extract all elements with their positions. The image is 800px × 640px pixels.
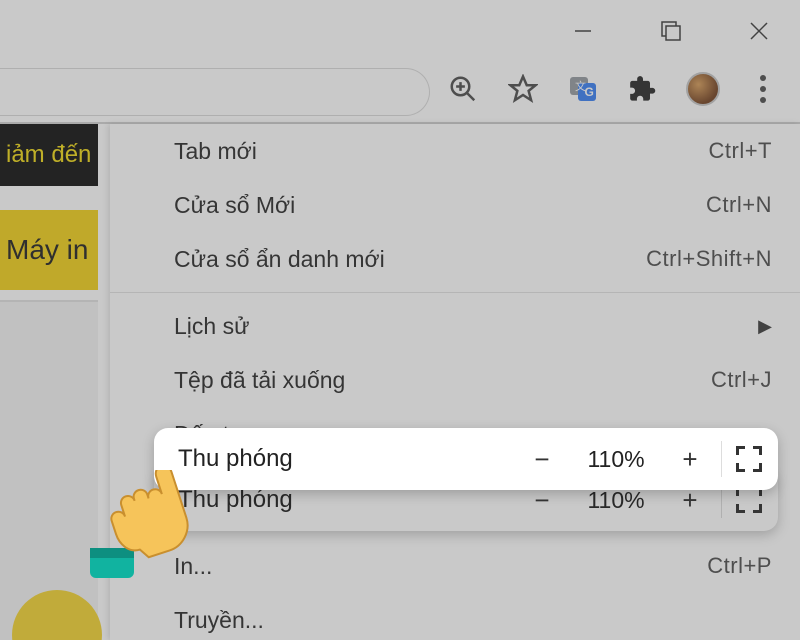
submenu-arrow-icon: ▶: [758, 316, 772, 337]
menu-label: Tệp đã tải xuống: [174, 367, 345, 394]
zoom-label: Thu phóng: [178, 486, 525, 514]
bookmark-star-icon[interactable]: [504, 70, 542, 108]
menu-label: Cửa sổ ẩn danh mới: [174, 246, 385, 273]
menu-item-incognito[interactable]: Cửa sổ ẩn danh mới Ctrl+Shift+N: [110, 232, 800, 286]
menu-label: Cửa sổ Mới: [174, 192, 295, 219]
maximize-button[interactable]: [650, 10, 692, 52]
menu-item-new-tab[interactable]: Tab mới Ctrl+T: [110, 124, 800, 178]
menu-label: Truyền...: [174, 607, 264, 634]
promo-banner-yellow: Máy in: [0, 210, 98, 290]
close-button[interactable]: [738, 10, 780, 52]
menu-item-cast[interactable]: Truyền...: [110, 593, 800, 640]
page-body-strip: [0, 300, 98, 640]
fullscreen-button[interactable]: [736, 487, 762, 513]
menu-item-print[interactable]: In... Ctrl+P: [110, 539, 800, 593]
zoom-label: Thu phóng: [178, 445, 525, 473]
menu-item-downloads[interactable]: Tệp đã tải xuống Ctrl+J: [110, 353, 800, 407]
menu-label: In...: [174, 553, 212, 580]
menu-label: Lịch sử: [174, 313, 249, 340]
menu-shortcut: Ctrl+N: [706, 192, 772, 218]
promo-banner-dark: iảm đến 5: [0, 124, 98, 186]
svg-text:G: G: [585, 85, 594, 99]
promo-text: iảm đến 5: [6, 141, 98, 169]
divider: [721, 441, 722, 477]
menu-shortcut: Ctrl+J: [711, 367, 772, 393]
zoom-indicator-icon[interactable]: [444, 70, 482, 108]
menu-shortcut: Ctrl+Shift+N: [646, 246, 772, 272]
menu-separator: [110, 292, 800, 293]
zoom-controls: − 110% +: [525, 444, 707, 475]
chrome-main-menu: Tab mới Ctrl+T Cửa sổ Mới Ctrl+N Cửa sổ …: [110, 124, 800, 640]
kebab-menu-icon[interactable]: [744, 70, 782, 108]
menu-shortcut: Ctrl+P: [707, 553, 772, 579]
profile-avatar[interactable]: [684, 70, 722, 108]
menu-item-new-window[interactable]: Cửa sổ Mới Ctrl+N: [110, 178, 800, 232]
zoom-value: 110%: [581, 446, 651, 473]
menu-item-zoom-highlight: Thu phóng − 110% +: [154, 428, 778, 490]
zoom-in-button[interactable]: +: [673, 444, 707, 475]
browser-toolbar: 文G: [0, 62, 800, 122]
zoom-out-button[interactable]: −: [525, 444, 559, 475]
menu-item-history[interactable]: Lịch sử ▶: [110, 299, 800, 353]
omnibox[interactable]: [0, 68, 430, 116]
window-controls: [562, 10, 780, 52]
minimize-button[interactable]: [562, 10, 604, 52]
zoom-value: 110%: [581, 487, 651, 514]
translate-icon[interactable]: 文G: [564, 70, 602, 108]
menu-label: Tab mới: [174, 138, 257, 165]
menu-shortcut: Ctrl+T: [709, 138, 773, 164]
fullscreen-button[interactable]: [736, 446, 762, 472]
extensions-icon[interactable]: [624, 70, 662, 108]
promo-text-2: Máy in: [6, 234, 88, 266]
